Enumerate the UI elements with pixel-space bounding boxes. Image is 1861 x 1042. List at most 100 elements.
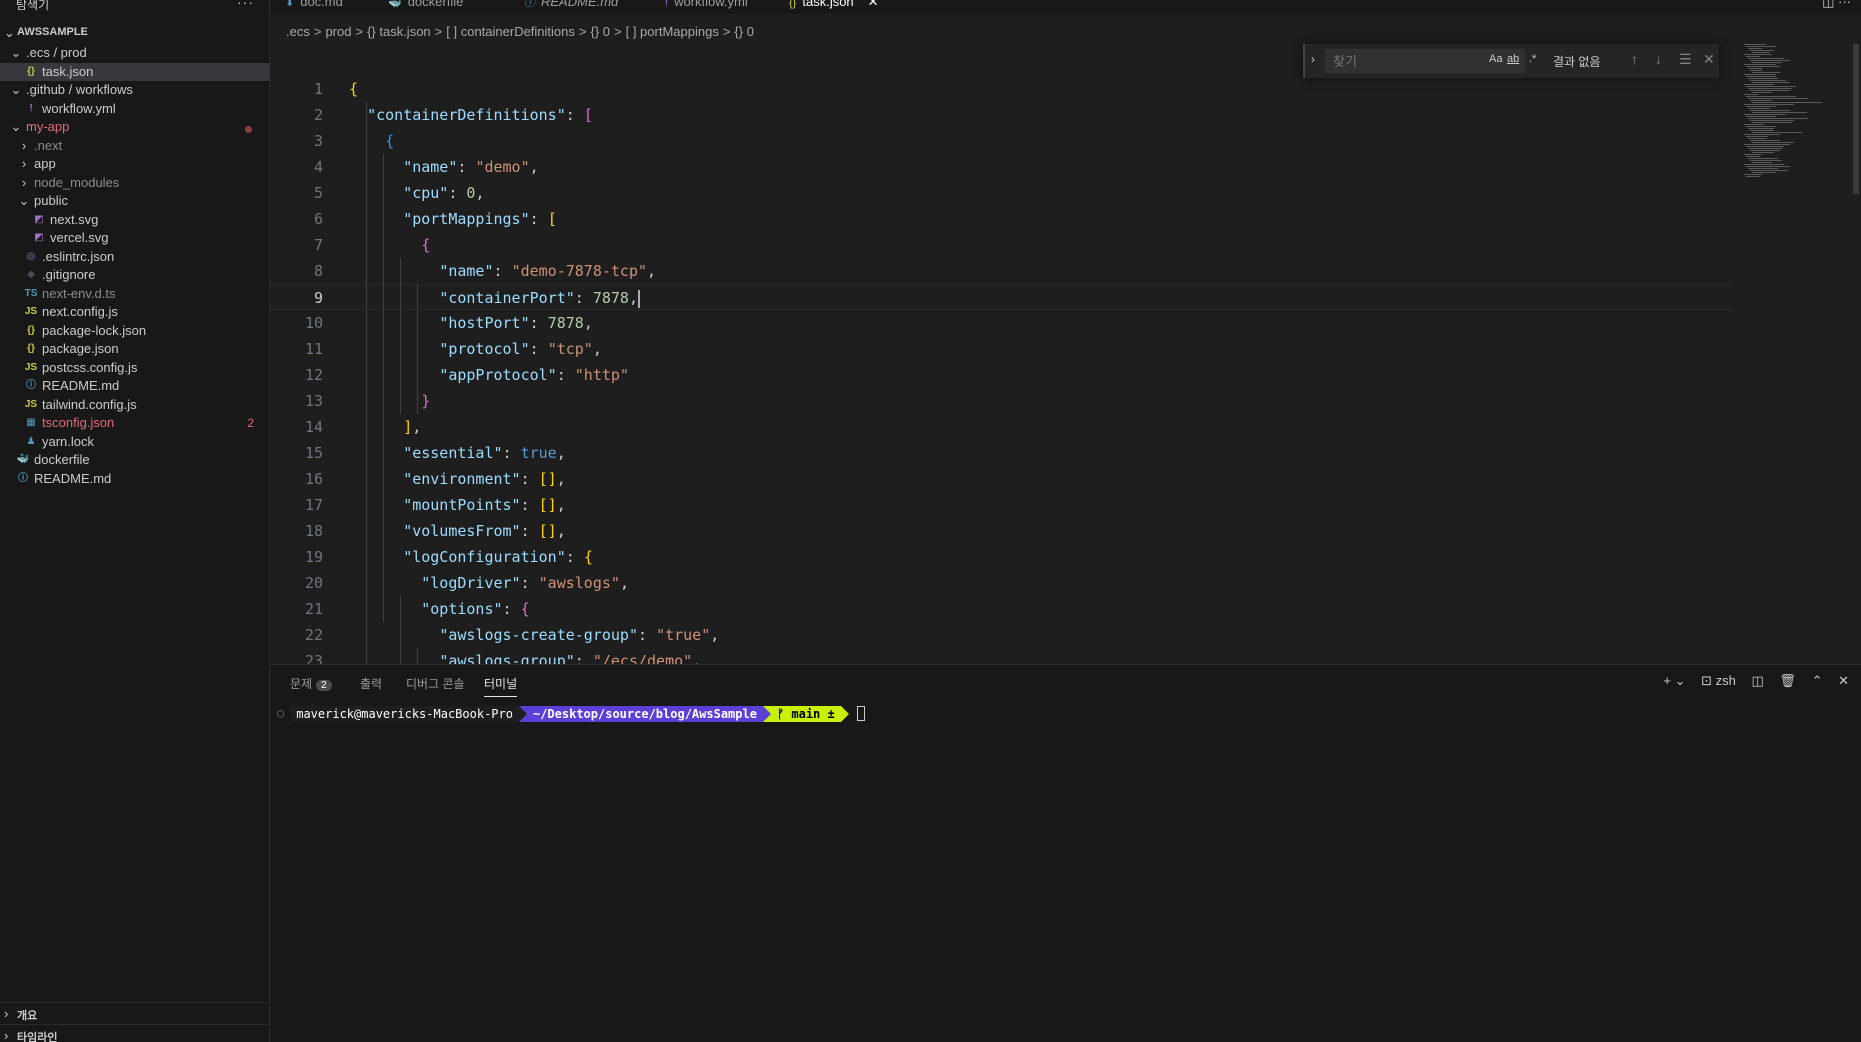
- code-line[interactable]: 22 "awslogs-create-group": "true",: [271, 622, 1731, 648]
- panel-tab[interactable]: 문제 2: [290, 675, 332, 692]
- panel-tab[interactable]: 디버그 콘솔: [406, 675, 465, 692]
- terminal-status-icon: ○: [277, 706, 285, 720]
- terminal-prompt[interactable]: ○ maverick@mavericks-MacBook-Pro ~/Desktop…: [277, 706, 865, 724]
- code-line[interactable]: 6 "portMappings": [: [271, 206, 1731, 232]
- file-item[interactable]: ◆ .gitignore: [0, 266, 270, 285]
- code-line[interactable]: 1{: [271, 76, 1731, 102]
- tab-task-json[interactable]: {} task.json ✕: [789, 0, 879, 14]
- breadcrumb-item[interactable]: [ ] containerDefinitions: [446, 24, 575, 39]
- code-token: "hostPort": [439, 314, 530, 332]
- terminal-shell-icon[interactable]: ⊡ zsh: [1701, 673, 1736, 688]
- trash-icon[interactable]: 🗑: [1779, 673, 1796, 688]
- code-line[interactable]: 14 ],: [271, 414, 1731, 440]
- code-text: "hostPort": 7878,: [349, 310, 593, 336]
- code-line[interactable]: 4 "name": "demo",: [271, 154, 1731, 180]
- folder-item[interactable]: ⌄ public: [0, 192, 270, 211]
- panel-tab[interactable]: 터미널: [484, 675, 518, 697]
- match-case-icon[interactable]: Aa: [1489, 53, 1502, 65]
- code-line[interactable]: 9 "containerPort": 7878,: [271, 284, 1731, 310]
- breadcrumb-item[interactable]: {} task.json: [367, 24, 431, 39]
- file-type-icon: {}: [789, 0, 797, 9]
- file-item[interactable]: ⓘ README.md: [0, 470, 270, 489]
- close-panel-icon[interactable]: ✕: [1838, 673, 1849, 688]
- breadcrumb-item[interactable]: {} 0: [590, 24, 610, 39]
- file-item[interactable]: {} task.json: [0, 62, 270, 81]
- file-item[interactable]: ▦ tsconfig.json 2: [0, 414, 270, 433]
- editor-scrollbar[interactable]: [1853, 44, 1859, 194]
- folder-item[interactable]: ⌄ my-app: [0, 118, 270, 137]
- folder-item[interactable]: › app: [0, 155, 270, 174]
- use-regex-icon[interactable]: .*: [1529, 53, 1536, 65]
- code-line[interactable]: 21 "options": {: [271, 596, 1731, 622]
- folder-item[interactable]: › node_modules: [0, 174, 270, 193]
- close-icon[interactable]: ✕: [1703, 51, 1715, 68]
- file-item[interactable]: ⓘ README.md: [0, 377, 270, 396]
- new-terminal-icon[interactable]: + ⌄: [1663, 673, 1685, 688]
- tab-readme-md[interactable]: ⓘ README.md: [524, 0, 618, 14]
- code-line[interactable]: 2 "containerDefinitions": [: [271, 102, 1731, 128]
- code-line[interactable]: 10 "hostPort": 7878,: [271, 310, 1731, 336]
- code-line[interactable]: 13 }: [271, 388, 1731, 414]
- code-token: "true": [656, 626, 711, 644]
- code-line[interactable]: 16 "environment": [],: [271, 466, 1731, 492]
- code-line[interactable]: 17 "mountPoints": [],: [271, 492, 1731, 518]
- code-line[interactable]: 5 "cpu": 0,: [271, 180, 1731, 206]
- indent-guide: [417, 648, 418, 664]
- code-line[interactable]: 19 "logConfiguration": {: [271, 544, 1731, 570]
- match-whole-word-icon[interactable]: ab: [1507, 53, 1519, 65]
- code-line[interactable]: 11 "protocol": "tcp",: [271, 336, 1731, 362]
- split-editor-icon[interactable]: ◫: [1822, 0, 1834, 9]
- file-item[interactable]: ◎ .eslintrc.json: [0, 248, 270, 267]
- file-item[interactable]: JS postcss.config.js: [0, 359, 270, 378]
- more-actions-icon[interactable]: ···: [1838, 0, 1851, 9]
- file-item[interactable]: ♟ yarn.lock: [0, 433, 270, 452]
- timeline-section[interactable]: › 타임라인: [0, 1024, 270, 1042]
- file-item[interactable]: ◩ next.svg: [0, 211, 270, 230]
- previous-match-icon[interactable]: ↑: [1631, 51, 1638, 67]
- code-editor[interactable]: 1{2 "containerDefinitions": [3 {4 "name"…: [271, 68, 1861, 664]
- file-type-icon: !: [29, 102, 33, 114]
- folder-item[interactable]: ⌄ .github / workflows: [0, 81, 270, 100]
- prompt-git-branch: ᚠ main ±: [770, 706, 841, 722]
- code-line[interactable]: 8 "name": "demo-7878-tcp",: [271, 258, 1731, 284]
- code-text: "containerPort": 7878,: [349, 285, 640, 311]
- toggle-replace-icon[interactable]: ›: [1311, 52, 1315, 66]
- file-item[interactable]: TS next-env.d.ts: [0, 285, 270, 304]
- maximize-panel-icon[interactable]: ⌃: [1812, 673, 1823, 688]
- problem-count-badge: 2: [247, 416, 254, 430]
- next-match-icon[interactable]: ↓: [1655, 51, 1662, 67]
- minimap[interactable]: [1740, 44, 1850, 194]
- file-item[interactable]: {} package-lock.json: [0, 322, 270, 341]
- more-actions-icon[interactable]: ···: [237, 0, 254, 10]
- breadcrumb-item[interactable]: .ecs: [286, 24, 310, 39]
- file-item[interactable]: ! workflow.yml: [0, 100, 270, 119]
- split-terminal-icon[interactable]: ◫: [1752, 673, 1764, 688]
- code-line[interactable]: 15 "essential": true,: [271, 440, 1731, 466]
- tab-doc-md[interactable]: ⬇ doc.md: [285, 0, 343, 14]
- code-line[interactable]: 23 "awslogs-group": "/ecs/demo",: [271, 648, 1731, 664]
- minimap-line: [1746, 116, 1776, 117]
- close-icon[interactable]: ✕: [868, 0, 879, 9]
- file-item[interactable]: {} package.json: [0, 340, 270, 359]
- tab-workflow-yml[interactable]: ! workflow.yml: [665, 0, 748, 14]
- code-line[interactable]: 7 {: [271, 232, 1731, 258]
- code-line[interactable]: 3 {: [271, 128, 1731, 154]
- file-item[interactable]: 🐳 dockerfile: [0, 451, 270, 470]
- find-in-selection-icon[interactable]: ☰: [1679, 51, 1692, 68]
- file-item[interactable]: JS tailwind.config.js: [0, 396, 270, 415]
- outline-section[interactable]: › 개요: [0, 1002, 270, 1024]
- file-item[interactable]: JS next.config.js: [0, 303, 270, 322]
- code-line[interactable]: 20 "logDriver": "awslogs",: [271, 570, 1731, 596]
- panel-tab[interactable]: 출력: [360, 675, 382, 692]
- code-line[interactable]: 18 "volumesFrom": [],: [271, 518, 1731, 544]
- file-item[interactable]: ◩ vercel.svg: [0, 229, 270, 248]
- folder-item[interactable]: › .next: [0, 137, 270, 156]
- breadcrumb-item[interactable]: prod: [325, 24, 351, 39]
- breadcrumb-item[interactable]: {} 0: [734, 24, 754, 39]
- tab-dockerfile[interactable]: 🐳 dockerfile: [388, 0, 463, 14]
- workspace-root[interactable]: ⌄ AWSSAMPLE: [0, 24, 270, 44]
- breadcrumb-item[interactable]: [ ] portMappings: [626, 24, 719, 39]
- code-line[interactable]: 12 "appProtocol": "http": [271, 362, 1731, 388]
- folder-item[interactable]: ⌄ .ecs / prod: [0, 44, 270, 63]
